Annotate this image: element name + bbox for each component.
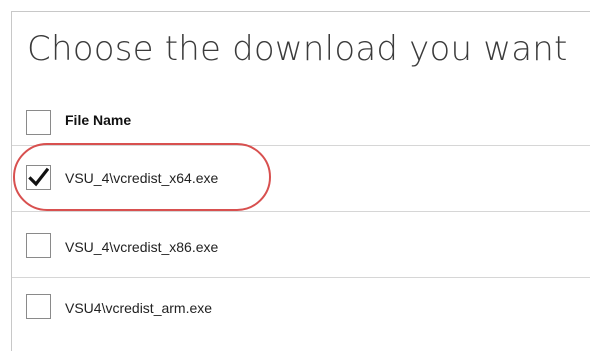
page-title: Choose the download you want: [27, 29, 568, 69]
checkmark-icon: [28, 167, 49, 187]
select-all-checkbox[interactable]: [26, 110, 51, 135]
file-name-label: VSU_4\vcredist_x86.exe: [65, 239, 219, 255]
file-checkbox[interactable]: [26, 233, 51, 258]
table-row: VSU4\vcredist_arm.exe: [12, 278, 590, 338]
column-header-file-name: File Name: [65, 112, 132, 128]
file-checkbox[interactable]: [26, 165, 51, 190]
file-name-label: VSU4\vcredist_arm.exe: [65, 300, 213, 316]
file-checkbox[interactable]: [26, 294, 51, 319]
table-row: VSU_4\vcredist_x64.exe: [12, 146, 590, 212]
file-name-label: VSU_4\vcredist_x64.exe: [65, 170, 219, 186]
table-header-row: File Name: [12, 90, 590, 146]
table-row: VSU_4\vcredist_x86.exe: [12, 212, 590, 278]
